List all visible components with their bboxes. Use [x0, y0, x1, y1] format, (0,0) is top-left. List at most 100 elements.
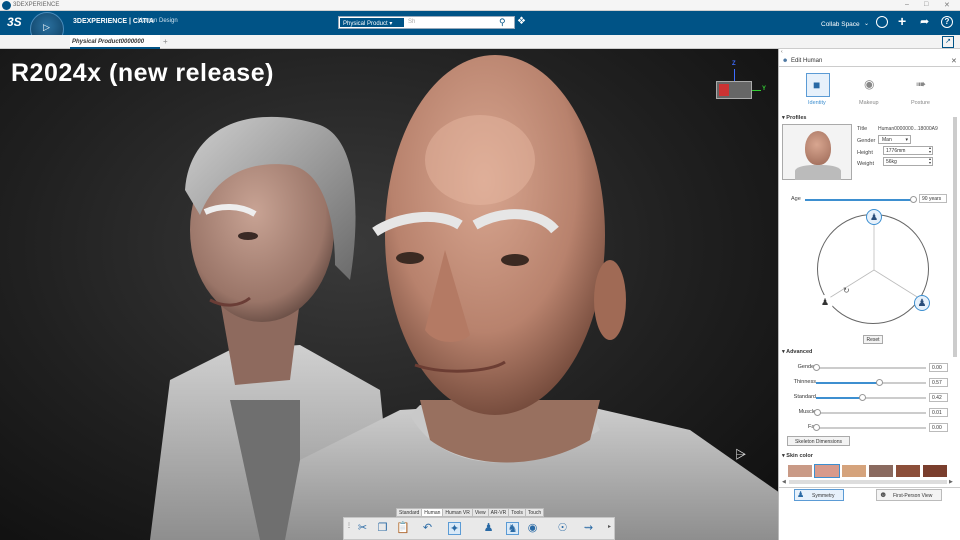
vertical-scrollbar[interactable]	[953, 117, 957, 357]
first-person-view-button[interactable]: ☻ First-Person View	[876, 489, 942, 501]
mode-posture-label[interactable]: Posture	[911, 100, 930, 106]
search-input[interactable]: Sh	[408, 19, 415, 25]
panel-close-icon[interactable]: ✕	[951, 57, 957, 65]
weight-spinner[interactable]: 56kg ▴ ▾	[883, 157, 933, 166]
posture-icon[interactable]: ➠	[916, 77, 926, 91]
reset-button[interactable]: Reset	[863, 335, 883, 344]
copy-icon[interactable]: ❐	[376, 522, 389, 535]
profiles-section-title[interactable]: ▾ Profiles	[782, 115, 806, 121]
look-at-icon[interactable]: ☉	[556, 522, 569, 535]
action-bar-expand-icon[interactable]: ▸	[608, 523, 611, 530]
y-axis-line	[752, 90, 761, 91]
first-person-icon: ☻	[879, 490, 888, 499]
restore-icon[interactable]: □	[924, 1, 928, 8]
ds-logo-icon[interactable]: 3S	[7, 15, 22, 29]
skin-swatch[interactable]	[814, 464, 840, 478]
advanced-slider-knob[interactable]	[875, 379, 883, 386]
share-icon[interactable]: ➦	[920, 15, 929, 28]
tag-icon[interactable]: ❖	[517, 16, 526, 27]
advanced-slider-knob[interactable]	[859, 394, 867, 401]
collab-space-selector[interactable]: Collab Space	[821, 21, 860, 28]
advanced-slider-track[interactable]	[814, 409, 926, 416]
panel-expand-icon[interactable]: ‹	[781, 49, 783, 55]
select-icon[interactable]: ✦	[448, 522, 461, 535]
y-axis-label: Y	[762, 86, 767, 92]
advanced-value-field[interactable]: 0.00	[929, 363, 948, 372]
z-axis-label: Z	[732, 61, 736, 67]
advanced-value-field[interactable]: 0.00	[929, 423, 948, 432]
search-icon[interactable]: ⚲	[499, 17, 506, 28]
spinner-arrows-icon[interactable]: ▴ ▾	[929, 157, 931, 165]
minimize-icon[interactable]: –	[905, 1, 909, 8]
tab-view[interactable]: View	[471, 508, 489, 517]
body-shape-selector[interactable]: ♟ ♟ ♟ ↻	[817, 209, 930, 324]
age-slider-fill	[805, 199, 913, 201]
add-tab-icon[interactable]: +	[163, 37, 168, 46]
profile-thumbnail[interactable]	[782, 124, 852, 180]
makeup-icon[interactable]: ◉	[864, 77, 874, 91]
maximize-icon[interactable]: ↗	[942, 36, 954, 48]
tab-human-vr[interactable]: Human VR	[442, 508, 473, 517]
advanced-slider-track[interactable]	[816, 379, 926, 386]
mode-makeup-label[interactable]: Makeup	[859, 100, 879, 106]
scroll-right-icon[interactable]: ▶	[949, 479, 953, 485]
advanced-slider-knob[interactable]	[813, 364, 820, 371]
body-shape-cursor-icon[interactable]: ↻	[843, 286, 850, 295]
close-icon[interactable]: ✕	[944, 1, 950, 9]
tab-physical-product[interactable]: Physical Product0000000	[70, 35, 160, 49]
skin-swatch[interactable]	[896, 465, 920, 477]
gender-select[interactable]: Man ▾	[878, 135, 911, 144]
advanced-slider-track[interactable]	[813, 424, 926, 431]
pose-icon[interactable]: ♞	[506, 522, 519, 535]
advanced-value-field[interactable]: 0.01	[929, 408, 948, 417]
tab-tools[interactable]: Tools	[508, 508, 526, 517]
tab-human[interactable]: Human	[421, 508, 444, 517]
help-icon[interactable]: ?	[941, 16, 953, 28]
advanced-slider-label: Thinness	[793, 379, 816, 385]
advanced-section-title[interactable]: ▾ Advanced	[782, 349, 812, 355]
search-context-dropdown[interactable]: Physical Product ▾	[339, 17, 405, 28]
skeleton-dimensions-button[interactable]: Skeleton Dimensions	[787, 436, 850, 446]
view-cube-compass[interactable]: Z Y	[716, 61, 772, 111]
title-value[interactable]: Human0000000...18000A9	[878, 126, 958, 132]
advanced-value-field[interactable]: 0.42	[929, 393, 948, 402]
tab-standard[interactable]: Standard	[396, 508, 423, 517]
horizontal-scrollbar[interactable]	[789, 480, 947, 484]
body-type-muscular-icon[interactable]: ♟	[866, 209, 882, 225]
symmetry-toggle[interactable]: ♟ Symmetry	[794, 489, 844, 501]
body-type-heavy-icon[interactable]: ♟	[914, 295, 930, 311]
skin-swatch[interactable]	[923, 465, 947, 477]
skin-swatch[interactable]	[842, 465, 866, 477]
3d-viewport[interactable]: R2024x (new release) Z Y ⩥	[0, 49, 778, 540]
search-bar: Physical Product ▾ Sh ⚲	[338, 16, 515, 29]
advanced-slider-track[interactable]	[813, 364, 926, 371]
age-value-field[interactable]: 90 years	[919, 194, 947, 203]
cut-icon[interactable]: ✂	[356, 522, 369, 535]
body-type-thin-icon[interactable]: ♟	[817, 295, 833, 311]
advanced-slider-knob[interactable]	[813, 424, 820, 431]
tab-ar-vr[interactable]: AR-VR	[487, 508, 510, 517]
add-icon[interactable]: +	[898, 13, 906, 29]
paste-icon[interactable]: 📋	[396, 522, 410, 535]
scroll-left-icon[interactable]: ◀	[782, 479, 786, 485]
action-bar-collapse-icon[interactable]: ⋮	[346, 522, 352, 529]
mode-identity-button[interactable]: ■	[806, 73, 830, 97]
human-icon[interactable]: ♟	[482, 522, 495, 535]
advanced-value-field[interactable]: 0.57	[929, 378, 948, 387]
undo-icon[interactable]: ↶	[421, 522, 434, 535]
skin-color-section-title[interactable]: ▾ Skin color	[782, 453, 813, 459]
user-avatar-icon[interactable]	[876, 16, 888, 28]
skeleton-icon[interactable]: ⇝	[582, 522, 595, 535]
advanced-slider-track[interactable]	[816, 394, 926, 401]
eye-icon[interactable]: ◉	[526, 522, 539, 535]
skin-swatch[interactable]	[869, 465, 893, 477]
skin-swatch[interactable]	[788, 465, 812, 477]
advanced-slider-knob[interactable]	[814, 409, 822, 416]
age-slider[interactable]	[805, 196, 917, 203]
spinner-arrows-icon[interactable]: ▴ ▾	[929, 146, 931, 154]
tab-touch[interactable]: Touch	[524, 508, 545, 517]
age-slider-knob[interactable]	[909, 196, 917, 203]
profiles-title: Profiles	[786, 115, 807, 121]
male-human-model[interactable]	[285, 55, 778, 540]
height-spinner[interactable]: 1776mm ▴ ▾	[883, 146, 933, 155]
